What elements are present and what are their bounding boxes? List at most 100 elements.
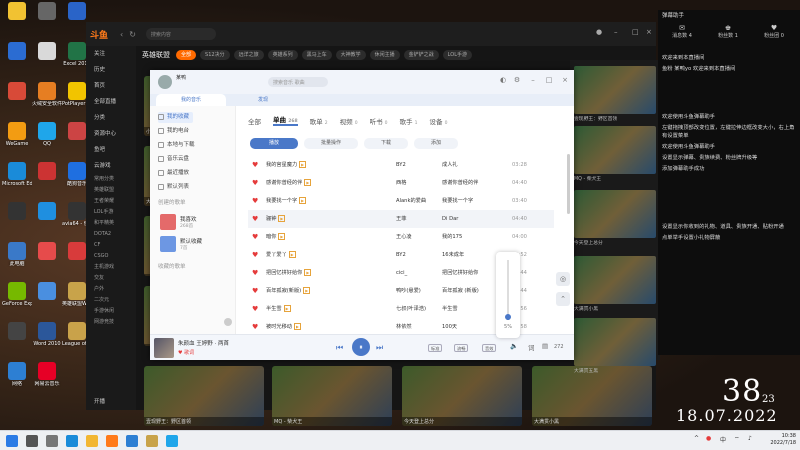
douyu-sidebar-item[interactable]: 主机游戏 — [86, 262, 136, 273]
desktop-icon[interactable]: 此电脑 — [2, 242, 32, 278]
mv-badge-icon[interactable]: ▶ — [299, 161, 307, 168]
desktop-icon[interactable]: Word 2010 — [32, 322, 62, 358]
desktop-icon[interactable]: QQ — [32, 122, 62, 158]
desktop-icon[interactable]: 火绒安全软件 — [32, 82, 62, 118]
mv-badge-icon[interactable]: ▶ — [304, 269, 312, 276]
playlist-item[interactable]: 我喜欢 268首 — [160, 214, 230, 232]
tray-app-icon[interactable]: ● — [706, 435, 711, 442]
stream-thumbnail[interactable]: 大满贯小黑 — [532, 366, 652, 426]
stream-thumbnail[interactable]: 大满贯小黑 — [574, 256, 656, 312]
song-row[interactable]: ♥ 我的宫星魔力 ▶ BY2 成人礼 03:28 — [248, 156, 554, 174]
song-album[interactable]: 把回忆拼好给你 — [442, 264, 478, 282]
douyu-sidebar-item[interactable]: 王者荣耀 — [86, 196, 136, 207]
desktop-icon[interactable] — [2, 82, 32, 118]
fluency-chip[interactable]: 流畅 — [454, 344, 469, 352]
category-chip[interactable]: LOL手游 — [442, 50, 472, 60]
desktop-icon[interactable] — [32, 242, 62, 278]
douyu-sidebar-item[interactable]: LOL手游 — [86, 207, 136, 218]
now-playing-title[interactable]: 朱颜血 王婷野 · 两首 — [178, 339, 229, 347]
song-row[interactable]: ♥ 感谢你曾经的伴 ▶ 西格 感谢你曾经的伴 04:40 — [248, 174, 554, 192]
desktop-icon[interactable]: GeForce Experience — [2, 282, 32, 318]
task-view-icon[interactable] — [46, 435, 58, 447]
volume-knob[interactable] — [505, 314, 511, 320]
stream-thumbnail[interactable]: 今天登上总分 — [574, 190, 656, 246]
category-chip[interactable]: 全部 — [176, 50, 197, 60]
network-icon[interactable]: ⌔ — [734, 435, 740, 443]
stream-thumbnail[interactable]: 壹现野王：野区首领 — [574, 66, 656, 122]
lyrics-icon[interactable]: 词 — [528, 342, 535, 352]
playlist-item[interactable]: 默认收藏 7首 — [160, 236, 230, 254]
douyu-sidebar-item[interactable]: 鱼吧 — [86, 142, 136, 158]
douyu-sidebar-item[interactable]: DOTA2 — [86, 229, 136, 240]
mv-badge-icon[interactable]: ▶ — [278, 215, 286, 222]
douyu-sidebar-item[interactable]: CSGO — [86, 251, 136, 262]
volume-icon[interactable]: 🔈 — [510, 342, 518, 350]
song-title[interactable]: 把回忆拼好给你 ▶ — [266, 264, 312, 282]
stream-thumbnail[interactable]: 大满贯五黑 — [574, 318, 656, 374]
song-album[interactable]: 100天 — [442, 318, 457, 334]
song-artist[interactable]: 王心凌 — [396, 228, 412, 246]
tab-fans[interactable]: ♚ 粉丝数 1 — [708, 24, 748, 39]
category-chip[interactable]: 休闲主播 — [369, 50, 400, 60]
qq-taskbar-icon[interactable] — [166, 435, 178, 447]
filter-tab[interactable]: 单曲 268 — [273, 114, 298, 126]
lol-taskbar-icon[interactable] — [146, 435, 158, 447]
desktop-icon[interactable] — [32, 162, 62, 198]
heart-icon[interactable]: ♥ — [252, 318, 258, 334]
desktop-icon[interactable]: Microsoft Edge — [2, 162, 32, 198]
douyu-search-input[interactable]: 搜索内容 — [145, 28, 216, 40]
song-album[interactable]: 成人礼 — [442, 156, 458, 174]
douyu-logo[interactable]: 斗鱼 — [90, 28, 114, 41]
tab-fan-club[interactable]: ♥ 粉丝团 0 — [754, 24, 794, 39]
explorer-icon[interactable] — [86, 435, 98, 447]
minimize-icon[interactable]: – — [528, 76, 538, 84]
edge-icon[interactable] — [66, 435, 78, 447]
stream-thumbnail[interactable]: 今天登上总分 — [402, 366, 522, 426]
heart-icon[interactable]: ♥ — [252, 156, 258, 174]
heart-icon[interactable]: ♥ — [252, 174, 258, 192]
album-cover[interactable] — [154, 338, 174, 358]
mv-badge-icon[interactable]: ▶ — [303, 287, 311, 294]
tray-ime-icon[interactable]: 中 — [720, 435, 726, 444]
volume-track[interactable] — [507, 260, 509, 320]
next-icon[interactable]: ⏭ — [376, 343, 383, 353]
song-album[interactable]: 16未成年 — [442, 246, 464, 264]
minimize-icon[interactable]: – — [614, 28, 624, 38]
song-artist[interactable]: Alank的爱曲 — [396, 192, 426, 210]
song-artist[interactable]: 林依然 — [396, 318, 412, 334]
search-icon[interactable] — [26, 435, 38, 447]
douyu-sidebar-item[interactable]: 全部直播 — [86, 94, 136, 110]
add-button[interactable]: 添加 — [414, 138, 458, 149]
pause-button[interactable]: ⏸ — [352, 338, 370, 356]
douyu-sidebar-item[interactable]: 资源中心 — [86, 126, 136, 142]
song-album[interactable]: 感谢你曾经的伴 — [442, 174, 478, 192]
song-artist[interactable]: 鸭吵(悬爱) — [396, 282, 421, 300]
douyu-sidebar-item[interactable]: 二次元 — [86, 295, 136, 306]
desktop-icon[interactable] — [2, 202, 32, 238]
tab-messages[interactable]: ✉ 消息数 4 — [662, 24, 702, 39]
heart-icon[interactable]: ♥ — [252, 246, 258, 264]
player-username[interactable]: 某鸭 — [176, 74, 186, 81]
category-chip[interactable]: 远洋之旅 — [233, 50, 264, 60]
comment-icon[interactable]: ▤ — [542, 342, 548, 350]
player-sidebar-item[interactable]: 我的电台 — [158, 126, 189, 137]
filter-tab[interactable]: 设备 0 — [429, 116, 447, 126]
song-artist[interactable]: 西格 — [396, 174, 406, 192]
douyu-sidebar-item[interactable]: 首页 — [86, 78, 136, 94]
player-sidebar-item[interactable]: 最近播放 — [158, 168, 189, 179]
song-album[interactable]: 我要找一个字 — [442, 192, 473, 210]
song-artist[interactable]: 七叔(叶泽浩) — [396, 300, 426, 318]
douyu-sidebar-item[interactable]: CF — [86, 240, 136, 251]
taskbar-clock[interactable]: 10:38 2022/7/18 — [766, 433, 796, 447]
category-chip[interactable]: 英雄系列 — [267, 50, 298, 60]
douyu-sidebar-item[interactable]: 手游休闲 — [86, 306, 136, 317]
song-album[interactable]: Di Dar — [442, 210, 458, 228]
music-taskbar-icon[interactable] — [126, 435, 138, 447]
close-icon[interactable]: × — [560, 76, 570, 84]
song-row[interactable]: ♥ 骊钟 ▶ 王菲 Di Dar 04:40 — [248, 210, 554, 228]
song-title[interactable]: 爱丫爱丫 ▶ — [266, 246, 296, 264]
song-title[interactable]: 暗你 ▶ — [266, 228, 286, 246]
douyu-sidebar-item[interactable]: 和平精英 — [86, 218, 136, 229]
song-album[interactable]: 百年孤寂 (新版) — [442, 282, 479, 300]
desktop-icon[interactable]: 网易云音乐 — [32, 362, 62, 398]
